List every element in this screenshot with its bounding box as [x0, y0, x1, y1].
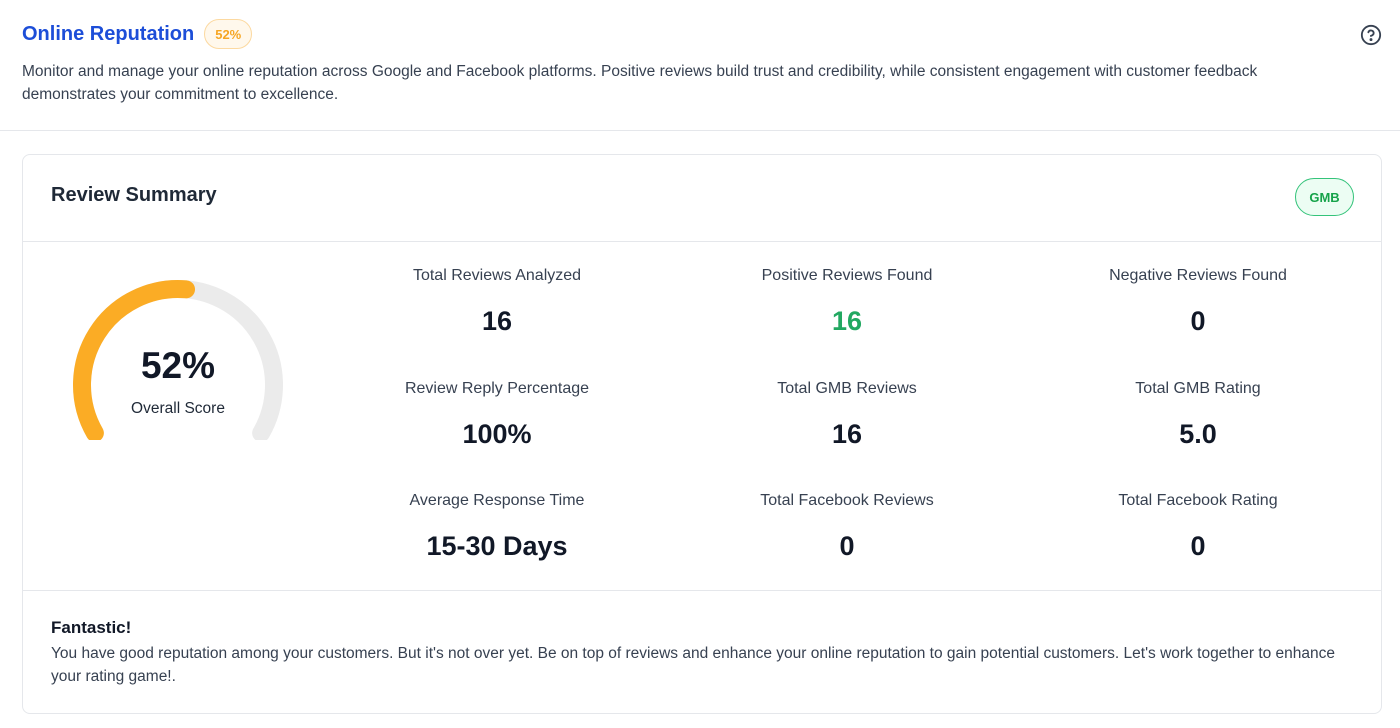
- stat-label: Total Facebook Rating: [1118, 492, 1278, 509]
- stat-facebook-reviews: Total Facebook Reviews 0: [687, 490, 1007, 562]
- title-row: Online Reputation 52%: [22, 19, 253, 49]
- page-title: Online Reputation: [22, 23, 195, 45]
- stat-facebook-rating: Total Facebook Rating 0: [1038, 490, 1358, 562]
- card-title: Review Summary: [51, 184, 217, 206]
- stat-value: 16: [481, 306, 513, 336]
- stat-label: Average Response Time: [409, 492, 585, 509]
- gauge-value: 52%: [140, 345, 216, 386]
- stat-label: Positive Reviews Found: [761, 267, 933, 284]
- stat-total-reviews: Total Reviews Analyzed 16: [337, 265, 657, 337]
- stat-label: Negative Reviews Found: [1109, 267, 1287, 284]
- score-badge: 52%: [204, 19, 253, 49]
- stat-negative-reviews: Negative Reviews Found 0: [1038, 265, 1358, 337]
- stat-response-time: Average Response Time 15-30 Days: [337, 490, 657, 562]
- stat-value: 0: [1190, 531, 1206, 561]
- stat-value: 5.0: [1179, 419, 1217, 449]
- feedback-text: You have good reputation among your cust…: [51, 645, 1336, 685]
- stat-label: Total GMB Reviews: [777, 380, 917, 397]
- stat-value: 15-30 Days: [426, 531, 568, 561]
- review-summary-card: Review Summary GMB 52% Overall Score Tot…: [22, 154, 1382, 714]
- stat-value: 100%: [462, 419, 532, 449]
- stat-label: Total Facebook Reviews: [760, 492, 934, 509]
- feedback-section: Fantastic! You have good reputation amon…: [23, 590, 1381, 715]
- stat-value: 16: [831, 306, 863, 336]
- stat-label: Total Reviews Analyzed: [412, 267, 582, 284]
- gauge-label: Overall Score: [131, 400, 225, 417]
- gmb-badge[interactable]: GMB: [1295, 178, 1354, 216]
- stat-gmb-rating: Total GMB Rating 5.0: [1038, 378, 1358, 450]
- stat-value: 0: [839, 531, 855, 561]
- page-header: Online Reputation 52% Monitor and manage…: [0, 0, 1400, 131]
- stat-value: 16: [831, 419, 863, 449]
- question-circle-icon: [1360, 24, 1382, 46]
- card-header: Review Summary GMB: [23, 155, 1381, 242]
- stat-gmb-reviews: Total GMB Reviews 16: [687, 378, 1007, 450]
- help-button[interactable]: [1360, 24, 1382, 46]
- page-description: Monitor and manage your online reputatio…: [22, 63, 1258, 103]
- stat-label: Total GMB Rating: [1135, 380, 1261, 397]
- stat-label: Review Reply Percentage: [404, 380, 590, 397]
- feedback-title: Fantastic!: [51, 618, 132, 637]
- stat-reply-percentage: Review Reply Percentage 100%: [337, 378, 657, 450]
- stat-positive-reviews: Positive Reviews Found 16: [687, 265, 1007, 337]
- stat-value: 0: [1190, 306, 1206, 336]
- overall-score-gauge: 52% Overall Score: [58, 260, 298, 440]
